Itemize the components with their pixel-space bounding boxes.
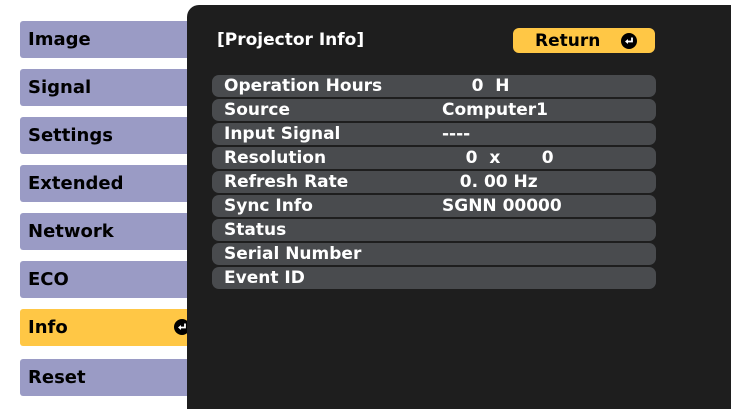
info-value: SGNN 00000 [442,196,562,216]
info-label: Sync Info [224,196,313,216]
info-label: Operation Hours [224,76,383,96]
info-row-resolution: Resolution 0 x 0 [212,147,656,169]
menu-item-info[interactable]: Info [20,309,200,346]
info-row-operation-hours: Operation Hours 0 H [212,75,656,97]
info-row-sync-info: Sync Info SGNN 00000 [212,195,656,217]
info-value: 0. 00 Hz [442,172,538,192]
info-label: Source [224,100,291,120]
info-row-status: Status [212,219,656,241]
info-label: Serial Number [224,244,362,264]
info-label: Status [224,220,287,240]
menu-item-signal[interactable]: Signal [20,69,200,106]
projector-info-panel: [Projector Info] Return Operation Hours … [187,5,731,409]
info-row-event-id: Event ID [212,267,656,289]
menu-item-reset[interactable]: Reset [20,359,200,396]
menu-item-label: Info [28,317,68,338]
info-label: Input Signal [224,124,341,144]
info-value: ---- [442,124,471,144]
info-row-refresh-rate: Refresh Rate 0. 00 Hz [212,171,656,193]
menu-item-extended[interactable]: Extended [20,165,200,202]
info-row-serial-number: Serial Number [212,243,656,265]
panel-title: [Projector Info] [217,30,365,50]
enter-return-icon [621,33,637,49]
menu-item-label: Image [28,29,91,50]
info-value: 0 H [442,76,510,96]
menu-item-label: Settings [28,125,113,146]
info-label: Resolution [224,148,327,168]
menu-item-eco[interactable]: ECO [20,261,200,298]
menu-item-label: Signal [28,77,92,98]
info-label: Refresh Rate [224,172,349,192]
info-row-source: Source Computer1 [212,99,656,121]
info-value: 0 x 0 [442,148,554,168]
return-button-label: Return [535,30,601,51]
info-label: Event ID [224,268,305,288]
menu-item-network[interactable]: Network [20,213,200,250]
return-button[interactable]: Return [513,28,655,53]
info-row-input-signal: Input Signal ---- [212,123,656,145]
menu-item-label: Network [28,221,114,242]
menu-item-label: Extended [28,173,124,194]
menu-item-label: Reset [28,367,86,388]
menu-item-label: ECO [28,269,69,290]
info-value: Computer1 [442,100,549,120]
menu-item-settings[interactable]: Settings [20,117,200,154]
menu-item-image[interactable]: Image [20,21,200,58]
